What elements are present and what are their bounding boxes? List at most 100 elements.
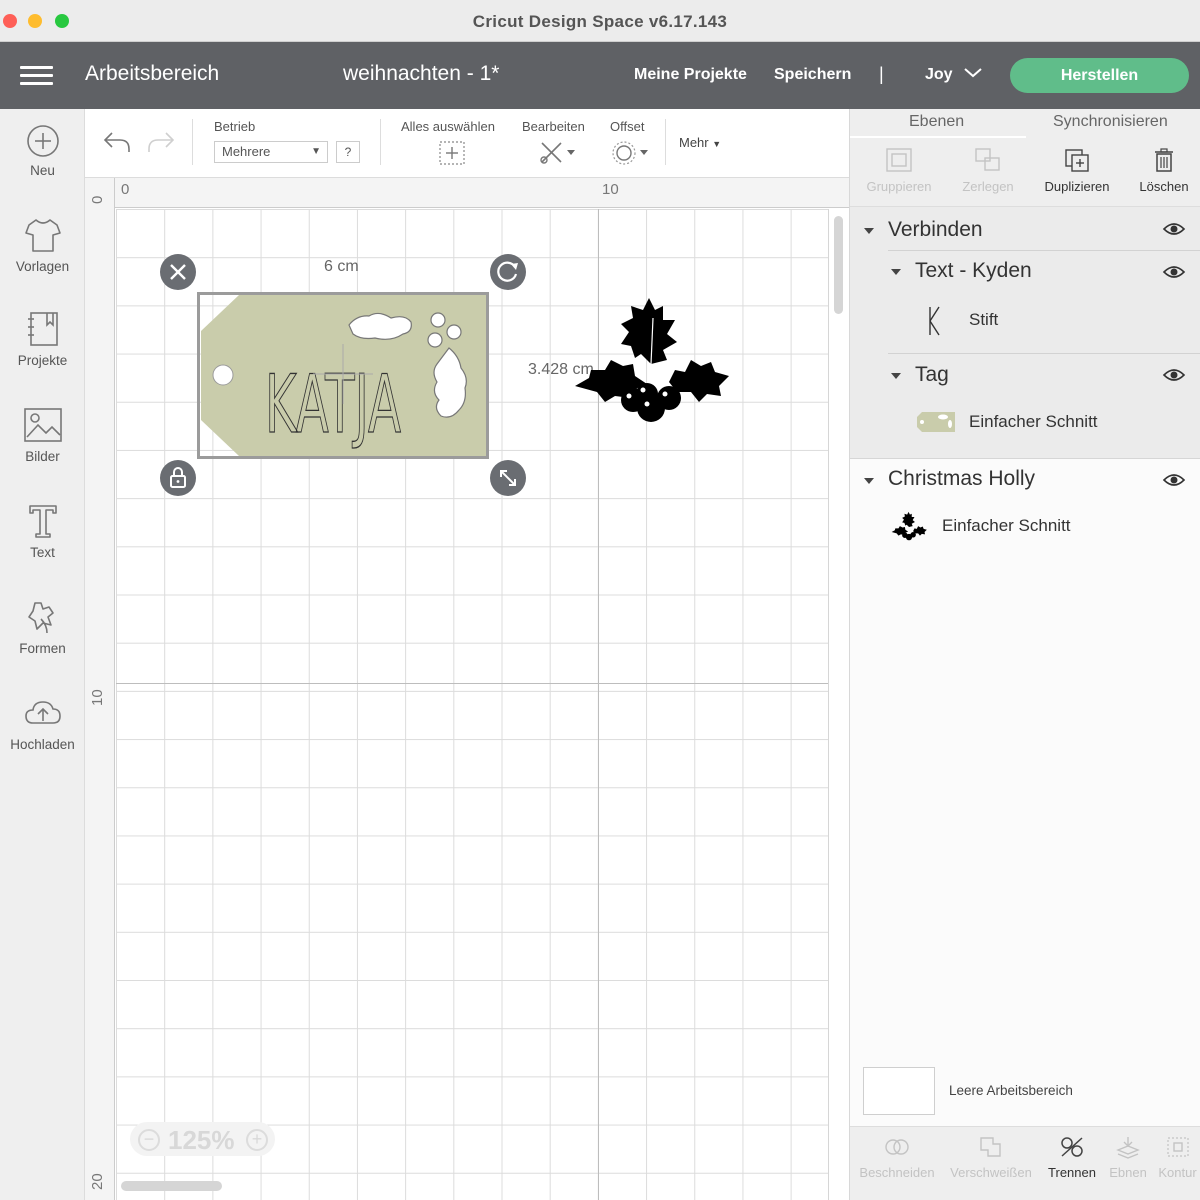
tshirt-icon — [24, 219, 61, 252]
flatten-icon — [1116, 1137, 1140, 1159]
rotate-handle[interactable] — [490, 254, 526, 290]
collapse-caret-icon[interactable] — [864, 478, 874, 484]
canvas-area[interactable]: 0 10 0 10 20 6 cm 3.428 cm KATJA − 125% … — [85, 178, 849, 1200]
divider — [888, 353, 1200, 354]
eye-icon[interactable] — [1162, 264, 1186, 280]
sidebar-label: Projekte — [17, 353, 68, 368]
weld-button[interactable]: Verschweißen — [946, 1127, 1036, 1180]
detach-button[interactable]: Trennen — [1042, 1127, 1102, 1180]
layer-row-tag[interactable]: Tag — [850, 355, 1200, 395]
resize-icon — [500, 470, 516, 486]
active-tab-indicator — [850, 136, 1026, 138]
layer-name: Einfacher Schnitt — [969, 412, 1098, 431]
layer-row-attach[interactable]: Verbinden — [850, 209, 1200, 249]
redo-icon[interactable] — [146, 129, 176, 155]
save-link[interactable]: Speichern — [774, 66, 851, 84]
rotate-icon — [497, 261, 518, 282]
delete-button[interactable]: Löschen — [1128, 139, 1200, 207]
sidebar-label: Bilder — [25, 449, 60, 464]
lock-icon — [170, 467, 186, 488]
zoom-level: 125% — [168, 1125, 235, 1155]
my-projects-link[interactable]: Meine Projekte — [634, 66, 747, 84]
layer-actions: Gruppieren Zerlegen Duplizieren Löschen — [850, 139, 1200, 207]
group-button[interactable]: Gruppieren — [856, 139, 942, 207]
eye-icon[interactable] — [1162, 221, 1186, 237]
more-menu[interactable]: Mehr ▼ — [679, 135, 721, 150]
text-icon — [28, 505, 57, 538]
ungroup-icon — [975, 148, 1000, 171]
divider — [888, 250, 1200, 251]
project-name[interactable]: weihnachten - 1* — [343, 62, 499, 86]
sidebar-item-projects[interactable]: Projekte — [0, 309, 85, 368]
edit-tools-icon[interactable] — [539, 140, 579, 166]
sidebar-item-images[interactable]: Bilder — [0, 405, 85, 464]
zoom-control: − 125% + — [130, 1122, 275, 1156]
zoom-out-button[interactable]: − — [138, 1129, 160, 1151]
ungroup-button[interactable]: Zerlegen — [948, 139, 1028, 207]
delete-handle[interactable] — [160, 254, 196, 290]
left-sidebar: Neu Vorlagen Projekte Bilder Text Formen… — [0, 109, 85, 1200]
bottom-layer-actions: Beschneiden Verschweißen Trennen Ebnen K… — [850, 1126, 1200, 1200]
tab-layers[interactable]: Ebenen — [909, 113, 964, 131]
panel-tabs: Ebenen Synchronisieren — [850, 109, 1200, 139]
pen-layer-thumbnail — [929, 306, 940, 336]
contour-button[interactable]: Kontur — [1154, 1127, 1200, 1180]
help-button[interactable]: ? — [336, 141, 360, 163]
layer-row-tag-cut[interactable]: Einfacher Schnitt — [850, 403, 1200, 443]
eye-icon[interactable] — [1162, 472, 1186, 488]
layer-row-holly-cut[interactable]: Einfacher Schnitt — [850, 507, 1200, 547]
layer-row-holly[interactable]: Christmas Holly — [850, 460, 1200, 500]
layer-name: Text - Kyden — [915, 259, 1032, 282]
operation-label: Betrieb — [214, 119, 256, 134]
sidebar-item-new[interactable]: Neu — [0, 123, 85, 178]
ruler-number: 20 — [89, 1173, 106, 1190]
close-icon — [170, 264, 186, 280]
duplicate-button[interactable]: Duplizieren — [1035, 139, 1119, 207]
sidebar-item-templates[interactable]: Vorlagen — [0, 215, 85, 274]
horizontal-scrollbar[interactable] — [121, 1181, 222, 1191]
sidebar-label: Formen — [19, 641, 66, 656]
group-icon — [886, 148, 912, 172]
menu-icon[interactable] — [20, 66, 53, 86]
tab-sync[interactable]: Synchronisieren — [1053, 113, 1168, 131]
notebook-icon — [27, 312, 58, 346]
detach-icon — [1061, 1137, 1083, 1157]
layer-row-pen[interactable]: Stift — [850, 299, 1200, 341]
plus-circle-icon — [26, 125, 59, 157]
christmas-holly-image[interactable] — [571, 294, 731, 434]
edit-label: Bearbeiten — [522, 119, 585, 134]
vertical-scrollbar[interactable] — [834, 216, 843, 314]
collapse-caret-icon[interactable] — [864, 228, 874, 234]
header-separator: | — [879, 64, 884, 84]
sidebar-item-text[interactable]: Text — [0, 501, 85, 560]
gift-tag-shape[interactable]: KATJA — [197, 292, 489, 459]
ruler-number: 10 — [602, 181, 619, 198]
trash-icon — [1155, 148, 1173, 172]
eye-icon[interactable] — [1162, 367, 1186, 383]
operation-select[interactable]: Mehrere ▼ — [214, 141, 328, 163]
undo-icon[interactable] — [102, 129, 132, 155]
flatten-button[interactable]: Ebnen — [1104, 1127, 1152, 1180]
select-all-icon[interactable] — [439, 141, 465, 165]
zoom-in-button[interactable]: + — [246, 1129, 268, 1151]
collapse-caret-icon[interactable] — [891, 269, 901, 275]
cloud-upload-icon — [24, 701, 61, 724]
layer-name: Christmas Holly — [888, 467, 1036, 490]
layer-row-text[interactable]: Text - Kyden — [850, 252, 1200, 292]
make-button[interactable]: Herstellen — [1010, 58, 1189, 93]
user-menu[interactable]: Joy — [925, 66, 953, 84]
lock-handle[interactable] — [160, 460, 196, 496]
layer-name: Verbinden — [888, 218, 983, 241]
blank-canvas-swatch[interactable] — [863, 1067, 935, 1115]
duplicate-icon — [1065, 149, 1089, 172]
collapse-caret-icon[interactable] — [891, 373, 901, 379]
offset-icon[interactable] — [612, 140, 652, 166]
resize-handle[interactable] — [490, 460, 526, 496]
sidebar-item-upload[interactable]: Hochladen — [0, 693, 85, 752]
sidebar-label: Hochladen — [10, 737, 75, 752]
sidebar-item-shapes[interactable]: Formen — [0, 597, 85, 656]
layers-panel: Ebenen Synchronisieren Gruppieren Zerleg… — [849, 109, 1200, 1200]
slice-button[interactable]: Beschneiden — [852, 1127, 942, 1180]
chevron-down-icon[interactable] — [963, 64, 983, 80]
ruler-number: 0 — [121, 181, 130, 198]
